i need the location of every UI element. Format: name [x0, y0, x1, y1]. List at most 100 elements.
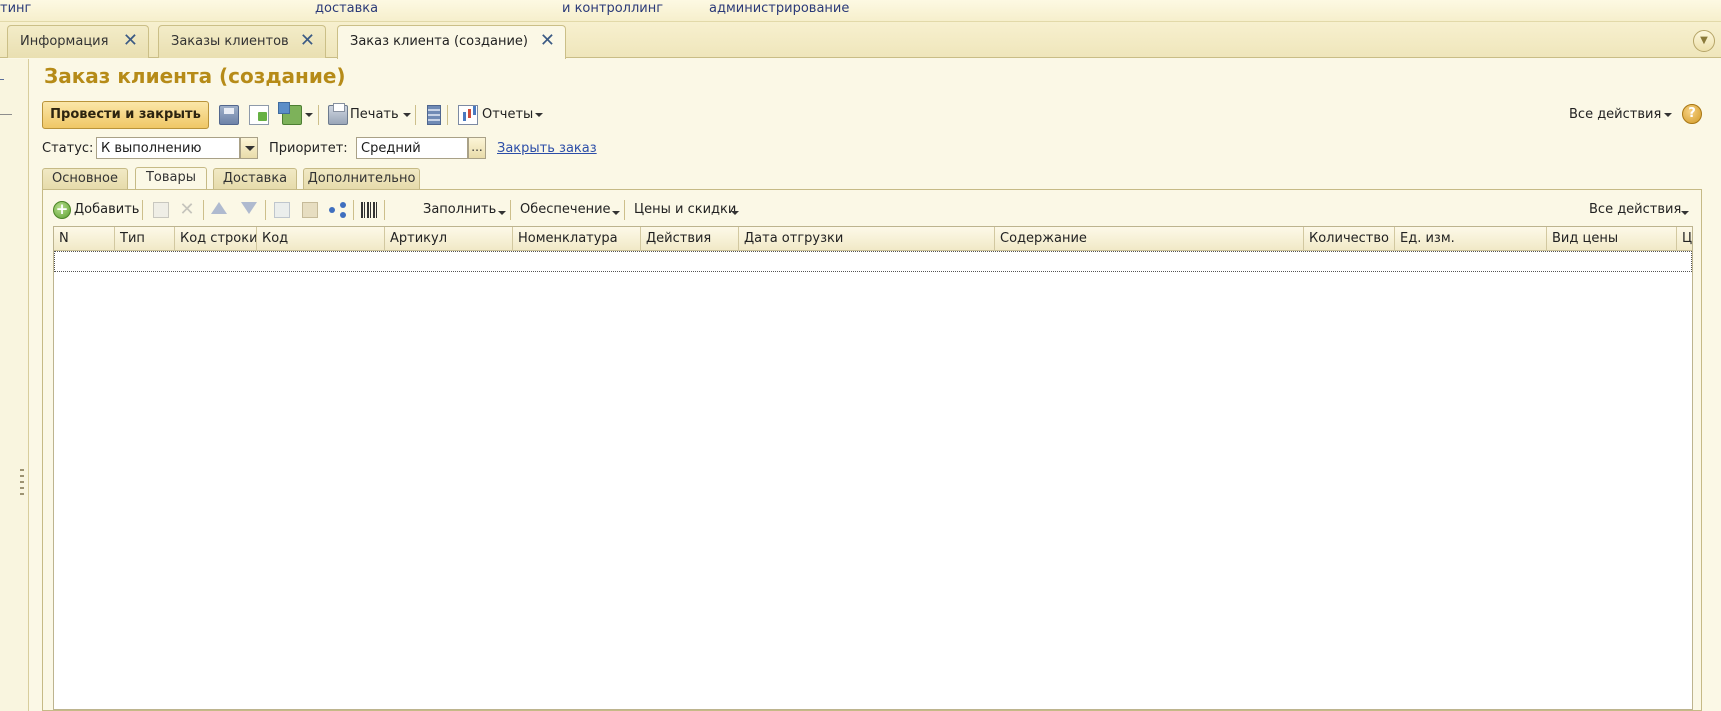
tab-label: Заказы клиентов [171, 34, 289, 49]
goods-panel: + Добавить ✕ Заполнить Обеспечение Цены … [42, 189, 1702, 711]
goods-toolbar: + Добавить ✕ Заполнить Обеспечение Цены … [53, 198, 1693, 222]
column-header-nomenclature[interactable]: Номенклатура [513, 227, 641, 251]
help-icon[interactable]: ? [1682, 104, 1702, 124]
all-actions-button[interactable]: Все действия [1589, 202, 1681, 217]
separator [510, 200, 511, 220]
tab-delivery[interactable]: Доставка [213, 168, 297, 189]
reports-menu-button[interactable]: Отчеты [482, 107, 533, 122]
prices-discounts-menu-button[interactable]: Цены и скидки [634, 202, 736, 217]
close-icon[interactable]: ✕ [123, 32, 138, 50]
tab-customer-orders[interactable]: Заказы клиентов ✕ [158, 25, 326, 58]
column-header-quantity[interactable]: Количество [1304, 227, 1395, 251]
column-header-type[interactable]: Тип [115, 227, 175, 251]
copy-icon[interactable] [274, 202, 290, 218]
section-menu-bar: тинг доставка и контроллинг администриро… [0, 0, 1721, 22]
create-based-on-icon[interactable] [278, 102, 302, 125]
section-item-marketing[interactable]: тинг [0, 1, 31, 16]
priority-select-button[interactable]: ... [468, 137, 486, 159]
separator [265, 200, 266, 220]
save-icon[interactable] [219, 105, 239, 125]
close-order-link[interactable]: Закрыть заказ [497, 141, 597, 156]
post-and-close-button[interactable]: Провести и закрыть [42, 101, 209, 129]
form-tabs: Основное Товары Доставка Дополнительно [42, 167, 1702, 190]
split-line-icon[interactable] [329, 202, 347, 218]
tab-label: Информация [20, 34, 109, 49]
print-menu-button[interactable]: Печать [350, 107, 399, 122]
column-header-content[interactable]: Содержание [995, 227, 1304, 251]
delete-icon[interactable]: ✕ [179, 201, 195, 219]
paste-icon[interactable] [302, 202, 318, 218]
close-icon[interactable]: ✕ [300, 32, 315, 50]
move-up-icon[interactable] [211, 202, 227, 214]
tab-goods[interactable]: Товары [135, 167, 207, 189]
fill-menu-button[interactable]: Заполнить [423, 202, 496, 217]
separator [203, 200, 204, 220]
status-row: Статус: К выполнению Приоритет: Средний … [42, 137, 622, 161]
section-item-controlling[interactable]: и контроллинг [562, 1, 663, 16]
add-button[interactable]: Добавить [74, 202, 139, 217]
section-item-delivery[interactable]: доставка [315, 1, 378, 16]
column-header-price[interactable]: Ц [1677, 227, 1692, 251]
tab-label: Заказ клиента (создание) [350, 34, 529, 49]
column-header-actions[interactable]: Действия [641, 227, 739, 251]
column-header-code[interactable]: Код [257, 227, 385, 251]
tab-additional[interactable]: Дополнительно [303, 168, 420, 189]
priority-field[interactable]: Средний [356, 137, 468, 159]
add-icon[interactable]: + [53, 201, 71, 219]
chevron-down-icon[interactable] [498, 211, 506, 215]
separator [318, 105, 319, 125]
separator [447, 105, 448, 125]
status-label: Статус: [42, 141, 94, 156]
status-dropdown-button[interactable] [240, 137, 258, 159]
move-down-icon[interactable] [241, 202, 257, 214]
status-field[interactable]: К выполнению [96, 137, 240, 159]
column-header-n[interactable]: N [54, 227, 115, 251]
provision-menu-button[interactable]: Обеспечение [520, 202, 611, 217]
left-panel [0, 59, 29, 711]
tab-customer-order-create[interactable]: Заказ клиента (создание) ✕ [337, 25, 566, 59]
separator [353, 200, 354, 220]
window-tabs-bar: Информация ✕ Заказы клиентов ✕ Заказ кли… [0, 22, 1721, 59]
chevron-down-icon[interactable] [1681, 211, 1689, 215]
tab-main[interactable]: Основное [42, 168, 128, 189]
document-structure-icon[interactable] [427, 105, 441, 125]
resize-grip-icon[interactable] [20, 469, 24, 495]
copy-row-icon[interactable] [153, 202, 169, 218]
command-bar: Провести и закрыть Печать Отчеты Все дей… [42, 101, 1702, 129]
node-dot [329, 207, 335, 213]
separator [142, 200, 143, 220]
chevron-down-icon[interactable] [731, 211, 739, 215]
column-header-row-code[interactable]: Код строки [175, 227, 257, 251]
section-item-administration[interactable]: администрирование [709, 1, 849, 16]
chevron-down-icon[interactable] [612, 211, 620, 215]
close-icon[interactable]: ✕ [540, 32, 555, 50]
goods-table[interactable]: N Тип Код строки Код Артикул Номенклатур… [53, 226, 1693, 710]
column-header-article[interactable]: Артикул [385, 227, 513, 251]
table-header: N Тип Код строки Код Артикул Номенклатур… [54, 227, 1692, 251]
tab-information[interactable]: Информация ✕ [7, 25, 149, 58]
reports-icon[interactable] [458, 105, 478, 125]
all-actions-button[interactable]: Все действия [1569, 107, 1661, 122]
column-header-unit[interactable]: Ед. изм. [1395, 227, 1547, 251]
node-dot [340, 202, 346, 208]
panel-marker [0, 79, 4, 80]
table-row[interactable] [54, 251, 1692, 272]
separator [384, 200, 385, 220]
chevron-down-icon[interactable] [305, 113, 313, 117]
chevron-down-icon [245, 146, 255, 151]
priority-label: Приоритет: [269, 141, 348, 156]
chevron-down-icon[interactable] [403, 113, 411, 117]
barcode-icon[interactable] [361, 202, 379, 218]
chevron-down-icon[interactable] [535, 113, 543, 117]
separator [624, 200, 625, 220]
post-document-icon[interactable] [249, 105, 269, 125]
separator [415, 105, 416, 125]
column-header-price-type[interactable]: Вид цены [1547, 227, 1677, 251]
page-title: Заказ клиента (создание) [44, 64, 346, 88]
panel-divider [0, 114, 12, 115]
node-dot [340, 212, 346, 218]
chevron-down-icon[interactable] [1664, 113, 1672, 117]
chevron-down-icon[interactable]: ▼ [1693, 30, 1715, 52]
print-icon[interactable] [328, 103, 348, 125]
column-header-ship-date[interactable]: Дата отгрузки [739, 227, 995, 251]
